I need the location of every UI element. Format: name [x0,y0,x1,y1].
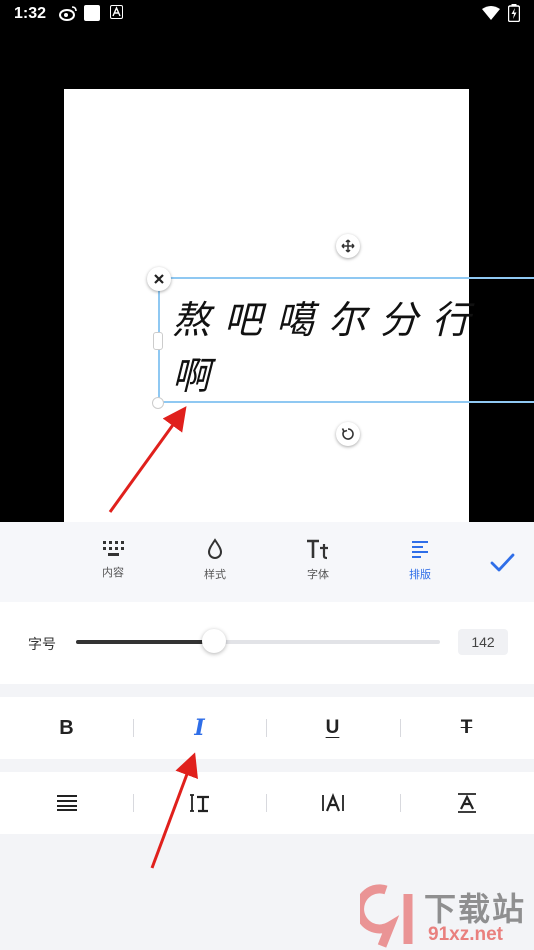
line-spacing-button[interactable] [133,772,266,834]
text-style-row: B I U T [0,697,534,759]
justify-button[interactable] [0,772,133,834]
strikethrough-button[interactable]: T [400,697,533,759]
tab-content[interactable]: 内容 [78,538,148,588]
battery-charging-icon [508,4,520,22]
drop-icon [207,538,223,559]
overline-icon [457,793,476,813]
italic-label: I [194,715,205,741]
text-line-2: 啊 [172,354,225,398]
notification-square-icon [84,5,100,21]
app-a-icon [110,5,123,19]
delete-text-button[interactable] [147,267,171,291]
weibo-icon [59,6,77,21]
tab-layout[interactable]: 排版 [385,538,455,588]
text-line-1: 熬吧噶尔分行 [172,298,485,342]
resize-corner-handle[interactable] [152,397,164,409]
font-size-slider[interactable] [76,640,440,644]
line-spacing-icon [189,794,209,813]
font-size-slider-thumb[interactable] [202,629,227,653]
strikethrough-label: T [460,717,473,738]
canvas-area [0,28,534,522]
align-left-icon [412,541,428,558]
tab-style-label: 样式 [204,569,226,581]
text-box[interactable]: 熬吧噶尔分行 啊 [158,277,534,403]
spacing-row [0,772,534,834]
font-size-slider-fill [76,640,215,644]
tab-font-label: 字体 [307,569,329,581]
tool-tabs: 内容 样式 字体 排版 [0,522,534,602]
status-bar: 1:32 [0,0,534,28]
letter-spacing-icon [321,793,344,812]
font-icon [307,539,328,560]
wifi-icon [482,6,500,20]
rotate-handle[interactable] [336,422,360,446]
move-icon [341,239,355,253]
underline-label: U [325,717,340,738]
font-size-label: 字号 [28,636,56,652]
letter-spacing-button[interactable] [266,772,399,834]
tab-layout-label: 排版 [409,569,431,581]
bold-button[interactable]: B [0,697,133,759]
font-size-value[interactable]: 142 [458,629,508,655]
move-handle[interactable] [336,234,360,258]
watermark-logo: 下载站 91xz.net [355,884,532,948]
grid-icon [103,541,124,556]
check-icon [490,553,515,572]
watermark-domain: 91xz.net [428,924,503,945]
tab-font[interactable]: 字体 [283,538,353,588]
confirm-button[interactable] [486,546,518,578]
close-icon [154,274,164,284]
resize-side-handle[interactable] [153,332,163,350]
italic-button[interactable]: I [133,697,266,759]
status-time: 1:32 [14,5,47,22]
justify-icon [56,795,77,811]
tab-content-label: 内容 [102,567,124,579]
rotate-icon [341,428,354,440]
overline-button[interactable] [400,772,533,834]
tab-style[interactable]: 样式 [180,538,250,588]
underline-button[interactable]: U [266,697,399,759]
bold-label: B [59,716,74,739]
font-size-row: 字号 142 [0,602,534,684]
